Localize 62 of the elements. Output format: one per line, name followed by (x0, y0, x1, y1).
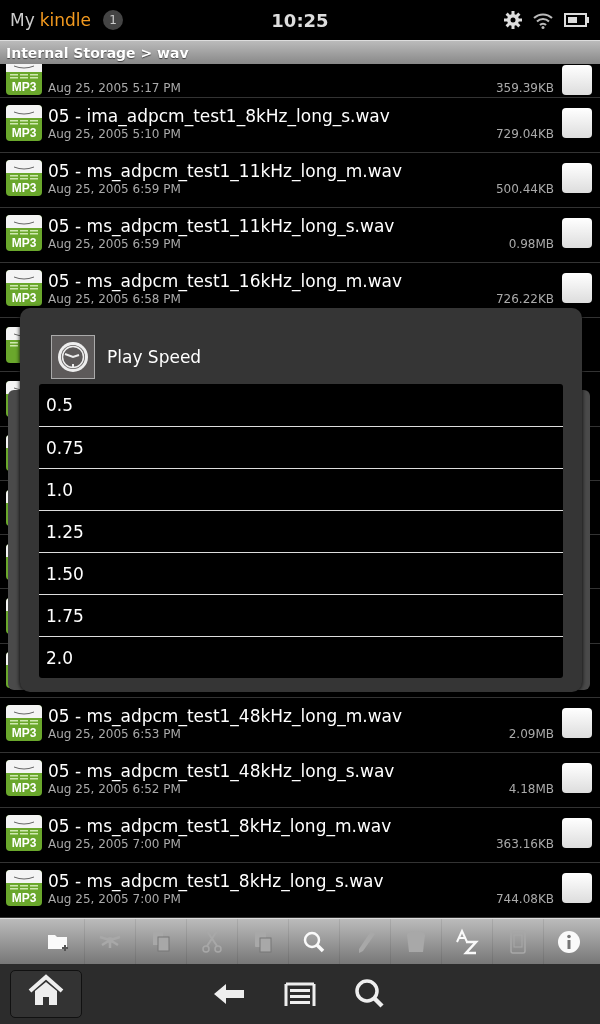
speed-option[interactable]: 2.0 (39, 636, 563, 678)
mp3-file-icon: MP3 (6, 870, 42, 907)
mp3-file-icon: MP3 (6, 815, 42, 852)
file-size: 726.22KB (495, 292, 554, 306)
notification-badge[interactable]: 1 (103, 10, 124, 30)
stopwatch-icon (51, 335, 95, 379)
wifi-icon (532, 11, 554, 29)
file-size: 2.09MB (508, 727, 554, 742)
mp3-file-icon: MP3 (6, 160, 42, 196)
file-name[interactable]: 05 - ms_adpcm_test1_11kHz_long_m.wav (48, 160, 554, 182)
mp3-file-icon: MP3 (6, 215, 42, 251)
file-date: Aug 25, 2005 6:53 PM (48, 727, 181, 742)
battery-icon (564, 13, 590, 27)
checkbox[interactable] (562, 273, 592, 303)
file-date: Aug 25, 2005 6:52 PM (48, 782, 181, 797)
file-name[interactable]: 05 - ms_adpcm_test1_16kHz_long_m.wav (48, 270, 554, 292)
brand-name: kindle (39, 10, 92, 30)
checkbox[interactable] (562, 763, 592, 794)
mp3-file-icon: MP3 (6, 705, 42, 742)
mp3-file-icon: MP3 (6, 760, 42, 797)
mp3-file-icon: MP3 (6, 64, 42, 95)
speed-option[interactable]: 1.0 (39, 468, 563, 510)
checkbox[interactable] (562, 708, 592, 739)
file-date: Aug 25, 2005 5:17 PM (48, 81, 181, 95)
speed-option[interactable]: 1.75 (39, 594, 563, 636)
file-name[interactable]: 05 - ms_adpcm_test1_11kHz_long_s.wav (48, 215, 554, 237)
dialog-title: Play Speed (107, 347, 202, 367)
file-name[interactable]: 05 - ms_adpcm_test1_48kHz_long_m.wav (48, 705, 554, 728)
speed-option[interactable]: 0.75 (39, 426, 563, 468)
home-button[interactable] (10, 970, 82, 1018)
file-date: Aug 25, 2005 6:59 PM (48, 182, 181, 196)
checkbox[interactable] (562, 163, 592, 193)
file-date: Aug 25, 2005 7:00 PM (48, 892, 181, 907)
speed-option[interactable]: 0.5 (39, 384, 563, 426)
checkbox[interactable] (562, 108, 592, 138)
file-name[interactable]: 05 - ms_adpcm_test1_48kHz_long_s.wav (48, 760, 554, 783)
file-size: 500.44KB (495, 182, 554, 196)
file-name[interactable]: 05 - ms_adpcm_test1_8kHz_long_s.wav (48, 870, 554, 893)
file-name[interactable]: 05 - ima_adpcm_test1_8kHz_long_s.wav (48, 105, 554, 127)
file-size: 4.18MB (508, 782, 554, 797)
file-size: 0.98MB (508, 237, 554, 251)
file-date: Aug 25, 2005 6:58 PM (48, 292, 181, 306)
file-size: 363.16KB (495, 837, 554, 852)
file-size: 359.39KB (495, 81, 554, 95)
brand-label: My (10, 10, 35, 30)
mp3-file-icon: MP3 (6, 105, 42, 141)
checkbox[interactable] (562, 818, 592, 849)
sort-icon[interactable] (453, 927, 481, 956)
file-size: 744.08KB (495, 892, 554, 907)
file-date: Aug 25, 2005 7:00 PM (48, 837, 181, 852)
file-size: 729.04KB (495, 127, 554, 141)
checkbox[interactable] (562, 218, 592, 248)
file-date: Aug 25, 2005 5:10 PM (48, 127, 181, 141)
checkbox[interactable] (562, 873, 592, 904)
settings-icon[interactable] (504, 11, 522, 29)
speed-option[interactable]: 1.50 (39, 552, 563, 594)
checkbox[interactable] (562, 65, 592, 95)
speed-option[interactable]: 1.25 (39, 510, 563, 552)
mp3-file-icon: MP3 (6, 270, 42, 306)
file-date: Aug 25, 2005 6:59 PM (48, 237, 181, 251)
file-name[interactable]: 05 - ms_adpcm_test1_8kHz_long_m.wav (48, 815, 554, 838)
clock-time: 10:25 (271, 9, 329, 31)
